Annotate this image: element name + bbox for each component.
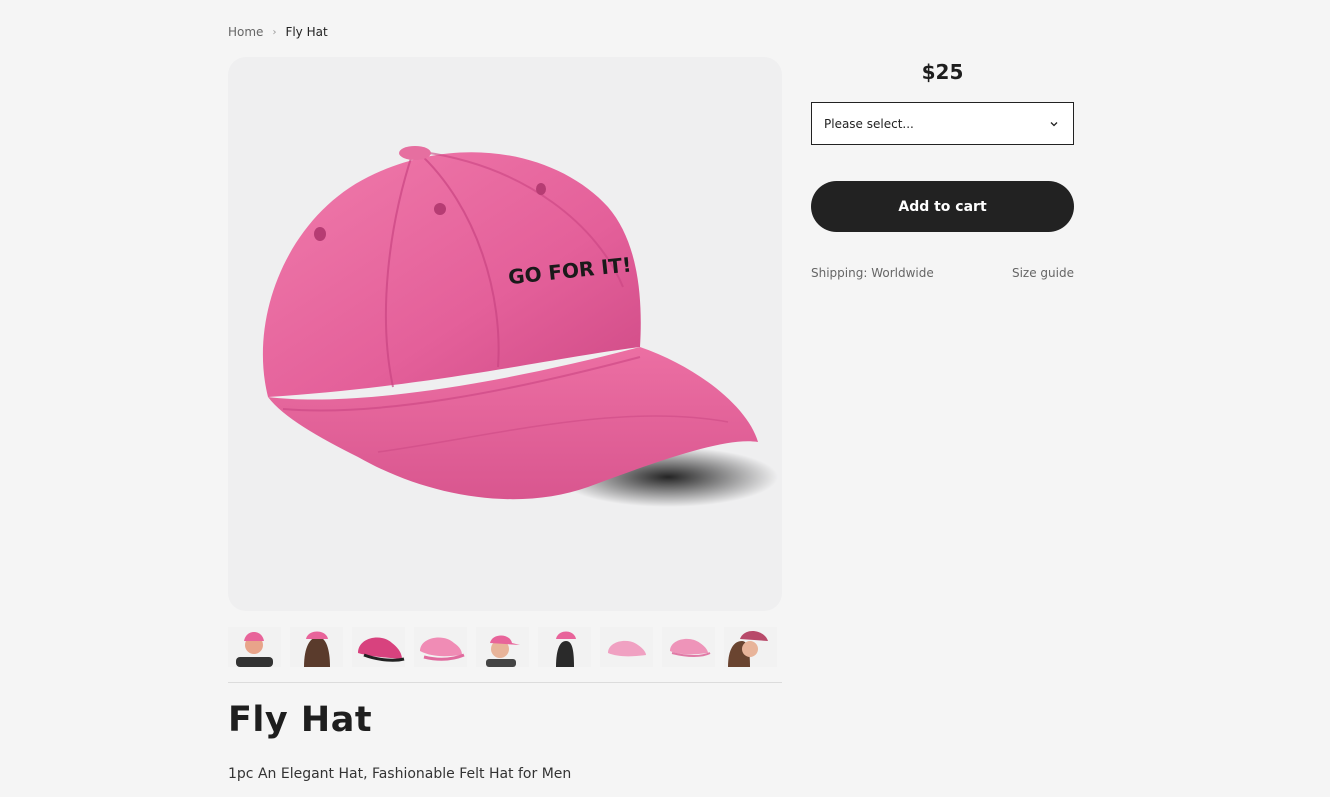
breadcrumb-current: Fly Hat <box>285 25 328 39</box>
variant-select-placeholder: Please select... <box>824 116 914 131</box>
breadcrumb: Home › Fly Hat <box>228 25 328 39</box>
thumbnail-5[interactable] <box>476 627 529 667</box>
thumbnail-1[interactable] <box>228 627 281 667</box>
thumbnail-4[interactable] <box>414 627 467 667</box>
product-info-row: Shipping: Worldwide Size guide <box>811 266 1074 280</box>
product-main-image[interactable]: GO FOR IT! <box>228 57 782 611</box>
thumbnail-6[interactable] <box>538 627 591 667</box>
thumbnail-9[interactable] <box>724 627 777 667</box>
thumbnail-strip <box>228 627 782 667</box>
add-to-cart-button[interactable]: Add to cart <box>811 181 1074 232</box>
divider <box>228 682 782 683</box>
chevron-down-icon <box>1050 121 1058 126</box>
pink-cap-image: GO FOR IT! <box>262 146 778 507</box>
variant-select[interactable]: Please select... <box>811 102 1074 145</box>
product-page: Home › Fly Hat GO FOR IT! Fly Hat 1pc An… <box>0 0 1330 797</box>
product-description: 1pc An Elegant Hat, Fashionable Felt Hat… <box>228 766 572 782</box>
thumbnail-3[interactable] <box>352 627 405 667</box>
thumbnail-7[interactable] <box>600 627 653 667</box>
chevron-right-icon: › <box>272 26 277 38</box>
shipping-info: Shipping: Worldwide <box>811 266 934 280</box>
thumbnail-8[interactable] <box>662 627 715 667</box>
size-guide-link[interactable]: Size guide <box>1012 266 1074 280</box>
product-price: $25 <box>921 60 964 84</box>
breadcrumb-home-link[interactable]: Home <box>228 25 263 39</box>
thumbnail-2[interactable] <box>290 627 343 667</box>
product-title: Fly Hat <box>228 700 373 740</box>
